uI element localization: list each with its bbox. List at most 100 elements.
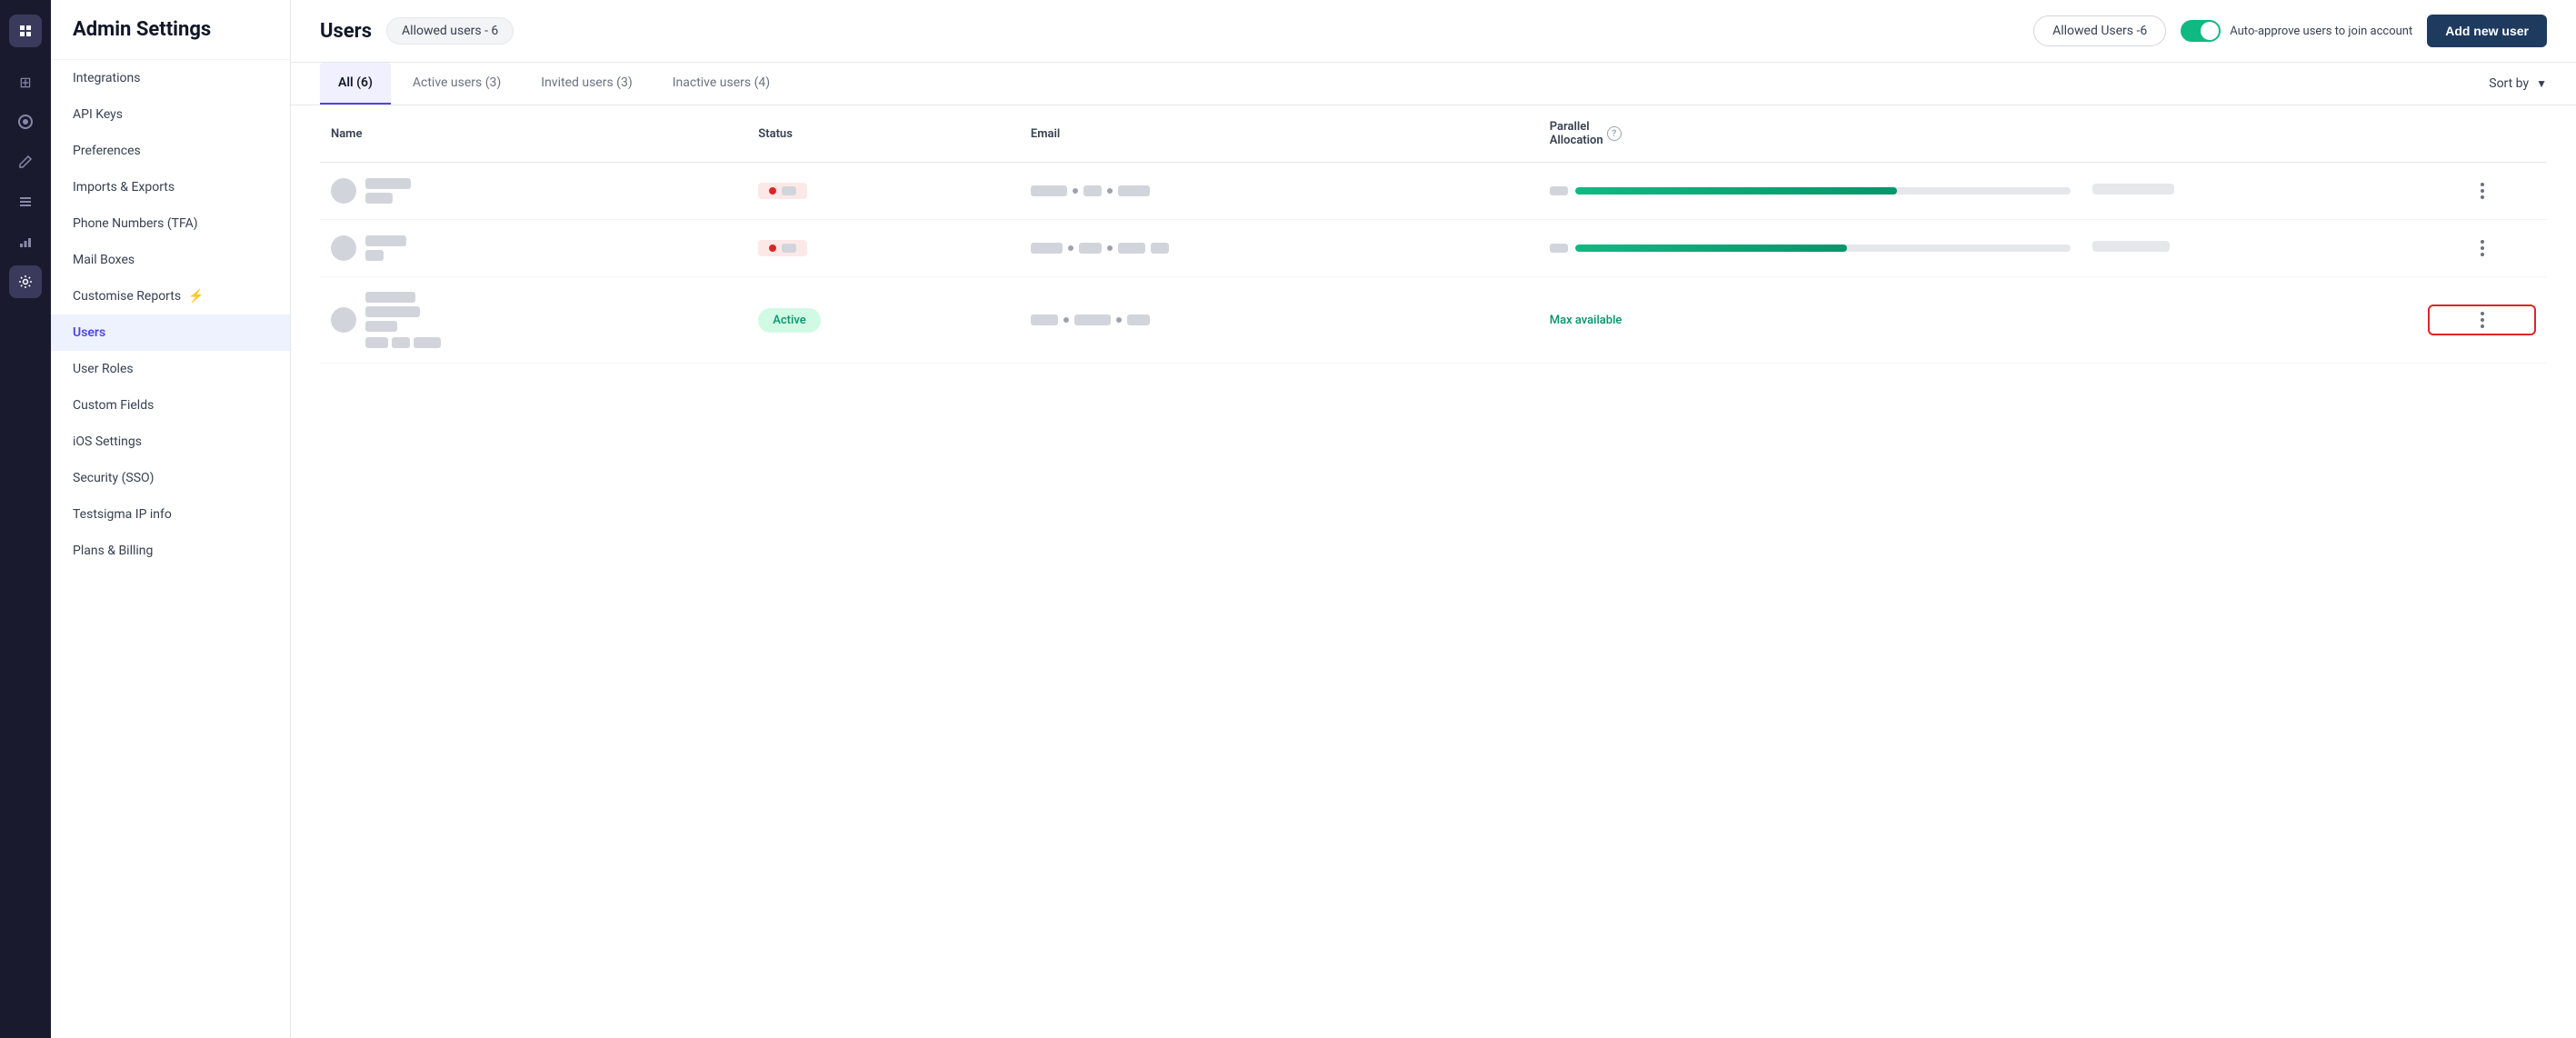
sidebar-item-imports-exports[interactable]: Imports & Exports [51,169,290,205]
user-parallel-cell [1539,220,2082,277]
sidebar-item-label: Custom Fields [73,398,154,413]
user-name-blur [365,292,415,303]
tab-active-users[interactable]: Active users (3) [394,63,519,105]
user-name-cell [320,277,747,364]
user-actions-cell [2417,277,2547,364]
col-header-status: Status [747,105,1020,163]
sidebar-item-label: iOS Settings [73,434,142,449]
sidebar-item-mail-boxes[interactable]: Mail Boxes [51,242,290,278]
email-dot [1073,188,1078,194]
user-sub-blur [365,193,393,204]
sidebar-item-ios-settings[interactable]: iOS Settings [51,424,290,460]
icon-sidebar: ⊞ [0,0,51,1038]
grid-nav-icon[interactable]: ⊞ [9,65,42,98]
table-row [320,220,2547,277]
tab-inactive-users[interactable]: Inactive users (4) [654,63,788,105]
sidebar-item-phone-numbers[interactable]: Phone Numbers (TFA) [51,205,290,242]
sidebar-item-users[interactable]: Users [51,314,290,351]
users-table: Name Status Email ParallelAllocation ? [320,105,2547,364]
user-detail-blur-2 [392,337,410,348]
app-logo[interactable] [9,15,42,47]
user-avatar [331,178,356,204]
list-nav-icon[interactable] [9,185,42,218]
sidebar-item-integrations[interactable]: Integrations [51,60,290,96]
parallel-info-icon[interactable]: ? [1607,126,1622,141]
sidebar-item-testsigma-ip[interactable]: Testsigma IP info [51,496,290,533]
sidebar-item-api-keys[interactable]: API Keys [51,96,290,133]
sidebar-item-customise-reports[interactable]: Customise Reports ⚡ [51,278,290,314]
user-name-cell [320,163,747,220]
user-name-blur-2 [365,306,420,317]
user-name-cell [320,220,747,277]
user-actions-cell [2417,163,2547,220]
sort-by-label: Sort by [2489,76,2529,91]
sidebar-item-label: Preferences [73,144,141,158]
email-dot-2 [1116,317,1122,323]
status-dot [769,245,776,252]
user-name-blur [365,178,411,189]
user-extra-cell [2082,163,2418,220]
table-header-row: Name Status Email ParallelAllocation ? [320,105,2547,163]
settings-nav-icon[interactable] [9,265,42,298]
flash-icon: ⚡ [188,289,204,304]
sidebar-item-label: Users [73,325,105,340]
user-sub-blur [365,250,384,261]
sidebar-item-security-sso[interactable]: Security (SSO) [51,460,290,496]
email-blur-2 [1074,314,1111,325]
user-parallel-cell [1539,163,2082,220]
email-blur-1 [1031,243,1063,254]
add-new-user-button[interactable]: Add new user [2427,15,2547,47]
chart-nav-icon[interactable] [9,105,42,138]
status-badge-inactive [758,183,807,199]
sidebar-item-preferences[interactable]: Preferences [51,133,290,169]
progress-bar [1575,245,2071,252]
status-text-blur [782,186,796,195]
analytics-nav-icon[interactable] [9,225,42,258]
progress-bar [1575,187,2071,195]
user-parallel-cell: Max available [1539,277,2082,364]
col-header-name: Name [320,105,747,163]
edit-nav-icon[interactable] [9,145,42,178]
auto-approve-toggle[interactable] [2181,20,2221,42]
sort-by-chevron-icon: ▼ [2536,77,2547,90]
sidebar-item-label: Security (SSO) [73,471,155,485]
col-header-email: Email [1020,105,1539,163]
row-actions-button[interactable] [2428,235,2536,262]
max-available-label: Max available [1550,314,1622,327]
users-table-container: Name Status Email ParallelAllocation ? [291,105,2576,1038]
allowed-users-badge-right: Allowed Users -6 [2033,15,2166,46]
sidebar-item-plans-billing[interactable]: Plans & Billing [51,533,290,569]
email-blur-4 [1151,243,1169,254]
sidebar-item-label: Imports & Exports [73,180,175,195]
row-actions-button[interactable] [2428,177,2536,205]
allowed-users-badge-left: Allowed users - 6 [386,17,514,45]
toggle-label: Auto-approve users to join account [2230,25,2412,38]
sort-by-container[interactable]: Sort by ▼ [2489,76,2547,91]
sidebar-item-label: Phone Numbers (TFA) [73,216,198,231]
email-blur-3 [1127,314,1150,325]
email-blur-3 [1118,185,1150,196]
tab-all[interactable]: All (6) [320,63,391,105]
status-badge-active: Active [758,308,820,333]
user-status-cell [747,220,1020,277]
user-detail-blur [365,337,388,348]
user-avatar [331,235,356,261]
email-blur-1 [1031,314,1058,325]
parallel-val-blur [1550,186,1568,195]
user-status-cell [747,163,1020,220]
user-actions-cell [2417,220,2547,277]
parallel-val-blur [1550,244,1568,253]
sidebar-item-label: Plans & Billing [73,544,153,558]
row-actions-button-highlighted[interactable] [2428,304,2536,335]
user-detail-blur-3 [414,337,441,348]
sidebar-item-user-roles[interactable]: User Roles [51,351,290,387]
email-blur-1 [1031,185,1067,196]
sidebar-item-label: API Keys [73,107,123,122]
sidebar-item-custom-fields[interactable]: Custom Fields [51,387,290,424]
page-title: Users [320,20,372,43]
col-header-parallel: ParallelAllocation ? [1539,105,2082,163]
user-status-cell: Active [747,277,1020,364]
user-extra-cell [2082,220,2418,277]
user-email-cell [1020,220,1539,277]
tab-invited-users[interactable]: Invited users (3) [523,63,650,105]
